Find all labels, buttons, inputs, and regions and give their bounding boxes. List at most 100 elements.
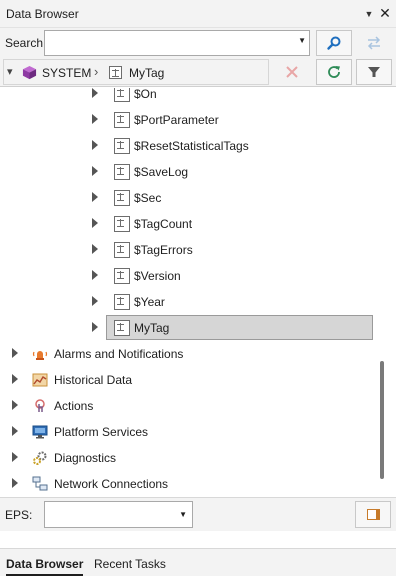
tree-node-historical[interactable]: Historical Data [0,367,380,393]
eps-dropdown-icon[interactable]: ▼ [179,510,187,519]
tree-node-label: $PortParameter [134,113,219,127]
search-input[interactable] [47,33,291,53]
tag-icon [114,268,130,284]
tree-scrollbar[interactable] [380,361,384,479]
tree-node-label: $ResetStatisticalTags [134,139,249,153]
search-button[interactable] [316,30,352,56]
tree-view[interactable]: $On $PortParameter $ResetStatisticalTags… [0,88,396,496]
panel-titlebar: Data Browser ▼ ✕ [0,0,396,28]
expand-arrow-icon[interactable] [92,140,98,150]
tree-node-label: Platform Services [54,425,149,439]
tree-node-label: Alarms and Notifications [54,347,184,361]
tree-node-label: Actions [54,399,94,413]
tree-node-label: $Sec [134,191,162,205]
close-icon[interactable]: ✕ [377,5,393,21]
tag-icon [109,66,122,79]
expand-arrow-icon[interactable] [92,166,98,176]
path-row: ▾ SYSTEM › MyTag [0,58,396,87]
tree-node-diagnostics[interactable]: Diagnostics [0,445,380,471]
tag-icon [114,242,130,258]
side-panel-icon [367,509,380,520]
expand-arrow-icon[interactable] [12,452,18,462]
tree-node-alarms[interactable]: Alarms and Notifications [0,341,380,367]
tag-icon [114,216,130,232]
tree-node-tag-selected[interactable]: MyTag [0,315,380,341]
swap-arrows-icon [367,36,381,50]
expand-arrow-icon[interactable] [92,218,98,228]
tree-node-tag[interactable]: $Version [0,263,380,289]
expand-arrow-icon[interactable] [12,478,18,488]
search-label: Search: [5,36,47,50]
tree-node-label: $Version [134,269,181,283]
actions-icon [35,399,45,412]
search-icon [327,36,341,50]
delete-button[interactable] [274,59,310,85]
expand-arrow-icon[interactable] [12,400,18,410]
expand-arrow-icon[interactable] [92,114,98,124]
expand-arrow-icon[interactable] [12,348,18,358]
expand-arrow-icon[interactable] [92,322,98,332]
tree-node-label: Network Connections [54,477,169,491]
tag-icon [114,112,130,128]
tab-recent-tasks[interactable]: Recent Tasks [94,557,166,571]
tree-node-label: Diagnostics [54,451,117,465]
tree-node-label: Historical Data [54,373,133,387]
alarm-icon [32,351,48,360]
tree-node-platform-services[interactable]: Platform Services [0,419,380,445]
expand-arrow-icon[interactable] [92,296,98,306]
tree-node-actions[interactable]: Actions [0,393,380,419]
tab-data-browser[interactable]: Data Browser [6,557,84,576]
tree-node-network[interactable]: Network Connections [0,471,380,496]
bottom-tabs: Data Browser Recent Tasks [0,548,396,576]
expand-arrow-icon[interactable] [92,244,98,254]
expand-arrow-icon[interactable] [92,270,98,280]
breadcrumb-item-mytag[interactable]: MyTag [129,66,164,80]
tag-icon [114,164,130,180]
tag-icon [114,190,130,206]
tree-node-label: $Year [134,295,165,309]
eps-select[interactable]: ▼ [44,501,193,528]
search-combobox[interactable]: ▼ [44,30,310,56]
tree-node-tag[interactable]: $Sec [0,185,380,211]
tree-node-tag[interactable]: $On [0,88,380,107]
eps-row: EPS: ▼ [0,497,396,531]
tree-node-label: $SaveLog [134,165,189,179]
tree-node-tag[interactable]: $Year [0,289,380,315]
expand-arrow-icon[interactable] [12,374,18,384]
system-cube-icon [22,65,37,80]
tree-node-tag[interactable]: $TagCount [0,211,380,237]
panel-options-icon[interactable]: ▼ [362,7,376,21]
expand-arrow-icon[interactable] [12,426,18,436]
tag-icon [114,138,130,154]
delete-x-icon [286,66,298,78]
tag-icon [114,320,130,336]
toggle-panel-button[interactable] [355,501,391,528]
breadcrumb-expand-icon[interactable]: ▾ [7,65,13,78]
search-dropdown-icon[interactable]: ▼ [298,36,306,45]
tag-icon [114,294,130,310]
expand-arrow-icon[interactable] [92,88,98,98]
eps-label: EPS: [5,508,33,522]
network-icon [32,476,48,491]
tree-node-tag[interactable]: $TagErrors [0,237,380,263]
refresh-button[interactable] [316,59,352,85]
platform-services-icon [32,425,48,439]
filter-icon [368,67,380,77]
panel-title: Data Browser [6,7,79,21]
tree-node-tag[interactable]: $PortParameter [0,107,380,133]
historical-chart-icon [32,373,48,387]
tree-node-tag[interactable]: $SaveLog [0,159,380,185]
breadcrumb-item-system[interactable]: SYSTEM [42,66,91,80]
tree-node-label: $TagCount [134,217,193,231]
search-row: Search: ▼ [0,28,396,58]
tag-icon [114,88,130,102]
breadcrumb[interactable]: ▾ SYSTEM › MyTag [3,59,269,85]
tree-node-label: $TagErrors [134,243,193,257]
expand-arrow-icon[interactable] [92,192,98,202]
tree-node-tag[interactable]: $ResetStatisticalTags [0,133,380,159]
tree-node-label: MyTag [134,321,170,335]
filter-button[interactable] [356,59,392,85]
swap-button[interactable] [356,30,392,56]
refresh-icon [328,66,340,78]
tree-node-label: $On [134,88,157,101]
